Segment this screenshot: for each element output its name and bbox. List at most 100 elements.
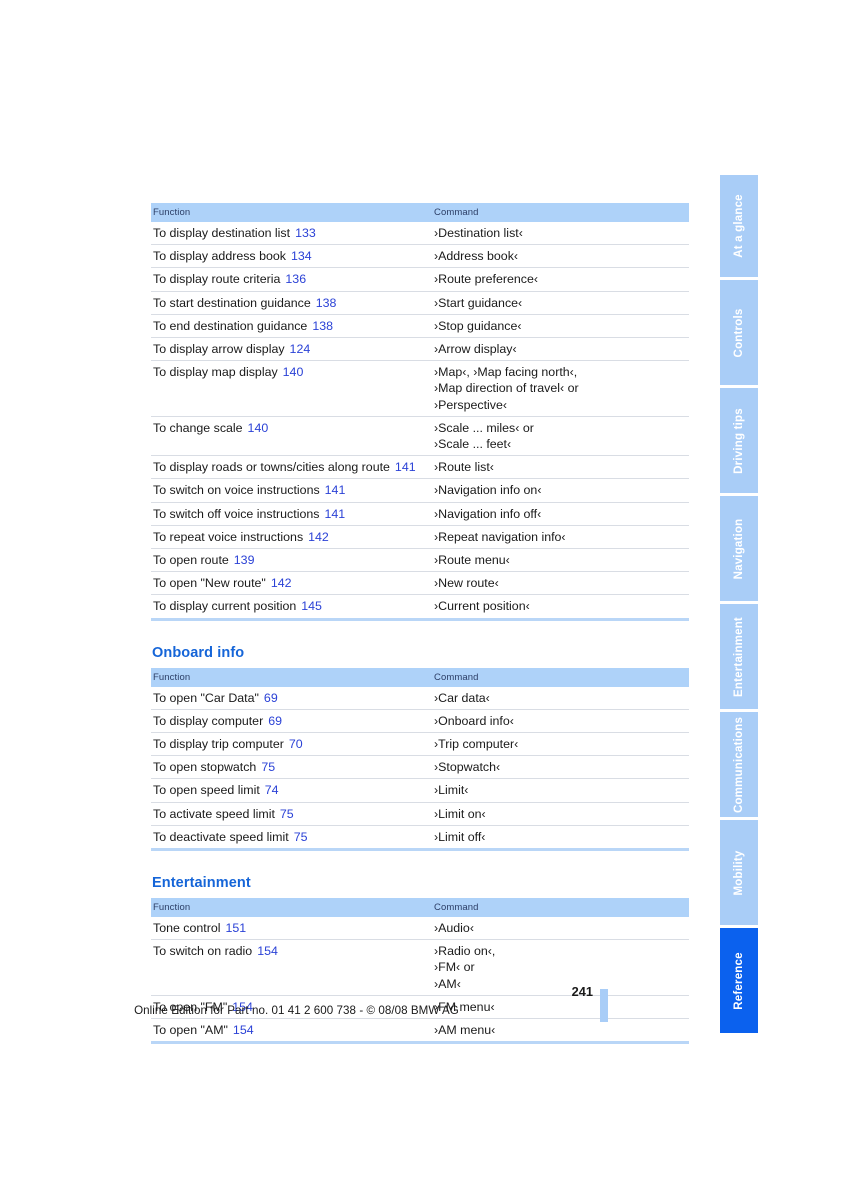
command-cell: ›Navigation info on‹	[432, 478, 689, 503]
page-reference-link[interactable]: 141	[319, 507, 345, 521]
voice-command: ›Limit off‹	[434, 829, 486, 844]
chapter-tab-controls[interactable]: Controls	[720, 280, 758, 388]
page-content: Function Command To display destination li…	[151, 203, 689, 1045]
function-label: To activate speed limit	[153, 806, 275, 821]
command-cell: ›Scale ... miles‹ or ›Scale ... feet‹	[432, 416, 689, 457]
page-reference-link[interactable]: 69	[259, 691, 278, 705]
voice-command: ›Onboard info‹	[434, 713, 514, 728]
table-row: To repeat voice instructions 142 ›Repeat n…	[151, 525, 689, 550]
function-cell: To change scale 140	[151, 416, 432, 457]
chapter-tab-mobility[interactable]: Mobility	[720, 820, 758, 928]
table-row: To display roads or towns/cities along r…	[151, 455, 689, 480]
voice-command: ›Stopwatch‹	[434, 760, 501, 775]
voice-command: ›FM‹ or	[434, 960, 475, 975]
chapter-tab-label: Navigation	[733, 518, 745, 579]
page-reference-link[interactable]: 138	[307, 319, 333, 333]
column-header: Function	[151, 898, 432, 918]
page-reference-link[interactable]: 151	[221, 921, 247, 935]
function-cell: To display current position 145	[151, 595, 432, 618]
page-reference-link[interactable]: 124	[285, 342, 311, 356]
table-header-row: Function Command	[151, 898, 689, 918]
function-cell: To open "Car Data" 69	[151, 686, 432, 710]
function-label: To display map display	[153, 365, 278, 380]
table-row: To open route 139 ›Route menu‹	[151, 548, 689, 573]
table-row: To display route criteria 136 ›Route prefe…	[151, 267, 689, 292]
function-cell: To end destination guidance 138	[151, 314, 432, 339]
chapter-tab-reference[interactable]: Reference	[720, 928, 758, 1033]
page-reference-link[interactable]: 141	[390, 460, 416, 474]
function-cell: To display roads or towns/cities along r…	[151, 455, 432, 480]
command-cell: ›New route‹	[432, 571, 689, 596]
chapter-tab-communications[interactable]: Communications	[720, 712, 758, 820]
command-cell: ›Current position‹	[432, 595, 689, 618]
function-cell: To display computer 69	[151, 709, 432, 734]
chapter-tab-label: Reference	[733, 951, 745, 1010]
command-cell: ›Map‹, ›Map facing north‹, ›Map direction…	[432, 360, 689, 417]
table-row: To open stopwatch 75 ›Stopwatch‹	[151, 755, 689, 780]
function-cell: To switch off voice instructions 141	[151, 502, 432, 526]
page-reference-link[interactable]: 69	[263, 714, 282, 728]
page-reference-link[interactable]: 142	[266, 576, 292, 590]
section-heading: Entertainment	[152, 875, 251, 892]
command-cell: ›AM menu‹	[432, 1019, 689, 1042]
voice-command: ›Car data‹	[434, 690, 490, 705]
table-row: To change scale 140 ›Scale ... miles‹ or ›S…	[151, 416, 689, 457]
command-cell: ›Arrow display‹	[432, 337, 689, 362]
page-reference-link[interactable]: 75	[275, 807, 294, 821]
function-cell: To open "AM" 154	[151, 1019, 432, 1042]
function-label: To display current position	[153, 599, 297, 614]
table-bottom-rule	[151, 1041, 689, 1045]
chapter-tab-navigation[interactable]: Navigation	[720, 496, 758, 604]
chapter-tab-at-a-glance[interactable]: At a glance	[720, 175, 758, 280]
chapter-tab-label: Driving tips	[733, 407, 745, 474]
page-reference-link[interactable]: 136	[280, 272, 306, 286]
table-row: To display trip computer 70 ›Trip computer…	[151, 732, 689, 757]
chapter-tab-driving-tips[interactable]: Driving tips	[720, 388, 758, 496]
voice-command: ›Navigation info on‹	[434, 483, 542, 498]
table-bottom-rule	[151, 617, 689, 621]
page-reference-link[interactable]: 133	[290, 226, 316, 240]
command-cell: ›Limit on‹	[432, 802, 689, 826]
page-reference-link[interactable]: 75	[289, 830, 308, 844]
page-reference-link[interactable]: 134	[286, 249, 312, 263]
command-cell: ›Start guidance‹	[432, 291, 689, 315]
page-reference-link[interactable]: 154	[228, 1023, 254, 1037]
command-cell: ›Route list‹	[432, 455, 689, 480]
function-label: To display roads or towns/cities along r…	[153, 460, 390, 475]
function-cell: To open "New route" 142	[151, 571, 432, 596]
table-row: To switch off voice instructions 141 ›Navi…	[151, 502, 689, 526]
function-cell: To activate speed limit 75	[151, 802, 432, 826]
page-reference-link[interactable]: 75	[256, 760, 275, 774]
command-cell: ›Repeat navigation info‹	[432, 525, 689, 550]
page-reference-link[interactable]: 145	[296, 599, 322, 613]
chapter-tab-rail: At a glance Controls Driving tips Navigatio…	[720, 175, 758, 1033]
voice-command: ›Start guidance‹	[434, 295, 523, 310]
command-table: Function Command To display destination li…	[151, 203, 689, 618]
function-cell: To display address book 134	[151, 244, 432, 269]
page-reference-link[interactable]: 140	[243, 421, 269, 435]
function-cell: To display route criteria 136	[151, 267, 432, 292]
page-reference-link[interactable]: 139	[229, 553, 255, 567]
page-reference-link[interactable]: 140	[278, 365, 304, 379]
column-header: Command	[432, 203, 689, 222]
voice-command: ›Route preference‹	[434, 272, 538, 287]
voice-command: ›Current position‹	[434, 599, 530, 614]
page-reference-link[interactable]: 70	[284, 737, 303, 751]
page-reference-link[interactable]: 74	[260, 783, 279, 797]
table-header-row: Function Command	[151, 203, 689, 222]
command-cell: ›Route preference‹	[432, 267, 689, 292]
chapter-tab-entertainment[interactable]: Entertainment	[720, 604, 758, 712]
function-label: To open "Car Data"	[153, 690, 259, 705]
column-header: Function	[151, 667, 432, 687]
voice-command: ›Scale ... miles‹ or	[434, 420, 534, 435]
voice-command: ›Perspective‹	[434, 397, 507, 412]
function-cell: To display arrow display 124	[151, 337, 432, 362]
column-header: Command	[432, 898, 689, 918]
page-reference-link[interactable]: 141	[320, 483, 346, 497]
voice-command: ›New route‹	[434, 576, 499, 591]
function-label: To start destination guidance	[153, 295, 311, 310]
page-reference-link[interactable]: 138	[311, 296, 337, 310]
voice-command: ›Stop guidance‹	[434, 318, 522, 333]
page-reference-link[interactable]: 154	[252, 944, 278, 958]
page-reference-link[interactable]: 142	[303, 530, 329, 544]
